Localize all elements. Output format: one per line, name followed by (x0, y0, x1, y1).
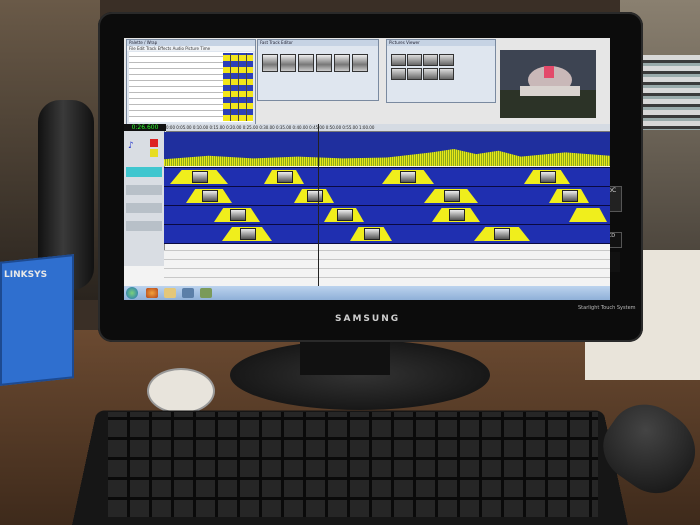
thumbnail[interactable] (423, 54, 438, 66)
clip-thumbnail[interactable] (202, 190, 218, 202)
taskbar[interactable] (124, 286, 610, 300)
editor-window[interactable]: Fast Track Editor (257, 39, 379, 101)
clip-thumbnail[interactable] (240, 228, 256, 240)
main-window[interactable]: Palette / Wrap File Edit Track Effects A… (126, 39, 256, 125)
clip-transition[interactable] (569, 208, 607, 222)
keyboard-keys[interactable] (108, 412, 598, 517)
clip-thumbnail[interactable] (364, 228, 380, 240)
track-1-header[interactable] (126, 167, 162, 177)
clip-thumbnail[interactable] (540, 171, 556, 183)
thumbnail[interactable] (439, 54, 454, 66)
clip-thumbnail[interactable] (562, 190, 578, 202)
thumbnail[interactable] (298, 54, 314, 72)
color-grid[interactable] (223, 53, 253, 121)
preview-image (500, 50, 596, 118)
thumbnail[interactable] (352, 54, 368, 72)
thumbnail[interactable] (423, 68, 438, 80)
track-4-header[interactable] (126, 221, 162, 231)
waveform-fill (164, 149, 610, 166)
start-orb-icon[interactable] (126, 287, 138, 299)
level-indicator[interactable] (150, 149, 158, 157)
monitor-brand: SAMSUNG (335, 314, 401, 324)
video-track[interactable] (164, 186, 610, 206)
clip-thumbnail[interactable] (494, 228, 510, 240)
time-ruler[interactable]: 0:00 0:05.00 0:10.00 0:15.00 0:20.00 0:2… (166, 124, 610, 132)
thumbnail[interactable] (407, 54, 422, 66)
thumbnail[interactable] (316, 54, 332, 72)
clip-thumbnail[interactable] (230, 209, 246, 221)
main-window-menu[interactable]: File Edit Track Effects Audio Picture Ti… (127, 46, 255, 51)
track-header-column[interactable]: ♪ (124, 131, 165, 266)
system-tray[interactable] (534, 289, 606, 297)
editor-thumbnails[interactable] (262, 54, 368, 72)
thumbnail[interactable] (391, 54, 406, 66)
track-3-header[interactable] (126, 203, 162, 213)
audio-waveform[interactable] (164, 132, 610, 166)
clip-thumbnail[interactable] (277, 171, 293, 183)
music-note-icon: ♪ (128, 141, 134, 151)
empty-tracks[interactable] (164, 250, 610, 286)
editor-window-title: Fast Track Editor (258, 40, 378, 46)
clip-thumbnail[interactable] (192, 171, 208, 183)
pictures-window[interactable]: Pictures Viewer (386, 39, 496, 103)
track-2-header[interactable] (126, 185, 162, 195)
clip-thumbnail[interactable] (400, 171, 416, 183)
video-track[interactable] (164, 224, 610, 244)
screen: Palette / Wrap File Edit Track Effects A… (124, 38, 610, 300)
clip-thumbnail[interactable] (307, 190, 323, 202)
video-track[interactable] (164, 205, 610, 225)
monitor-control-label: Starlight Touch System (578, 305, 636, 311)
thumbnail[interactable] (280, 54, 296, 72)
thumbnail[interactable] (439, 68, 454, 80)
clip-thumbnail[interactable] (337, 209, 353, 221)
clip-thumbnail[interactable] (444, 190, 460, 202)
firefox-icon[interactable] (146, 288, 158, 298)
pictures-window-title: Pictures Viewer (387, 40, 495, 46)
video-track[interactable] (164, 167, 610, 187)
playhead[interactable] (318, 124, 319, 286)
time-readout: 0:26.600 (124, 124, 166, 131)
thumbnail[interactable] (334, 54, 350, 72)
timeline[interactable]: 0:26.600 0:00 0:05.00 0:10.00 0:15.00 0:… (124, 124, 610, 286)
clip-thumbnail[interactable] (449, 209, 465, 221)
record-indicator[interactable] (150, 139, 158, 147)
coaster (147, 368, 215, 414)
app-icon[interactable] (182, 288, 194, 298)
video-preview (500, 50, 596, 118)
router-label: LINKSYS (4, 270, 48, 280)
app-icon[interactable] (200, 288, 212, 298)
thumbnail[interactable] (407, 68, 422, 80)
thumbnail[interactable] (391, 68, 406, 80)
pictures-grid[interactable] (391, 54, 454, 80)
folder-icon[interactable] (164, 288, 176, 298)
thumbnail[interactable] (262, 54, 278, 72)
